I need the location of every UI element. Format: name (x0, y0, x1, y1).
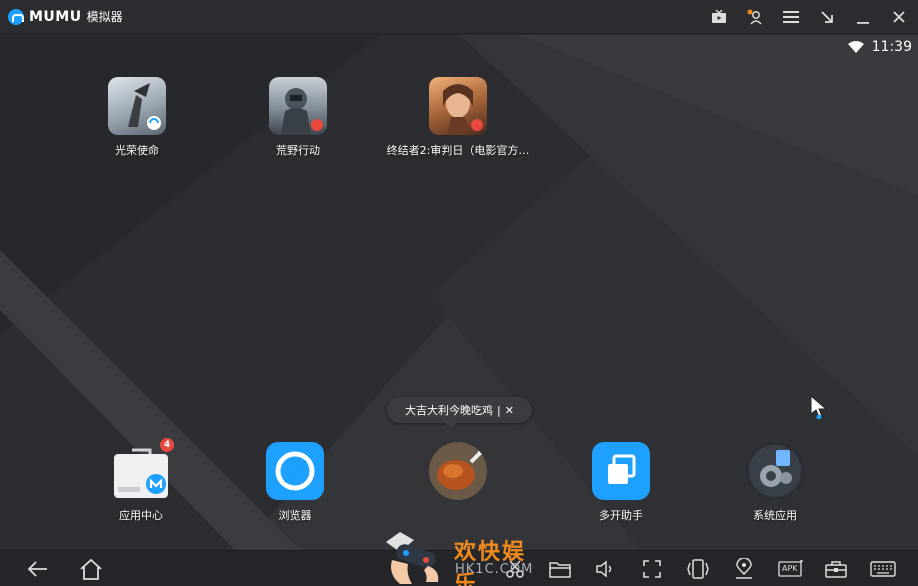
app-browser[interactable]: 浏览器 (220, 442, 370, 523)
volume-icon[interactable] (593, 557, 619, 581)
mumu-logo-icon (8, 8, 24, 25)
watermark-title: 欢快娱乐 (454, 540, 527, 586)
minimize-icon[interactable] (852, 6, 874, 28)
app-terminator-2[interactable]: 终结者2:审判日（电影官方… (383, 77, 533, 158)
glorious-mission-icon (108, 77, 166, 135)
bubble-close-button[interactable]: ✕ (505, 404, 514, 417)
app-multi-instance[interactable]: 多开助手 (546, 442, 696, 523)
knives-out-icon (269, 77, 327, 135)
multi-instance-icon (592, 442, 650, 500)
fullscreen-icon[interactable] (639, 557, 665, 581)
brand-name: MUMU (29, 8, 82, 25)
bubble-separator: | (497, 403, 501, 417)
close-icon[interactable] (888, 6, 910, 28)
notification-badge: 4 (160, 438, 174, 452)
app-center-icon: 4 (112, 438, 174, 500)
brand-subtitle: 模拟器 (86, 10, 123, 24)
back-icon[interactable] (25, 557, 51, 581)
watermark-url: HK1C.COM (455, 562, 534, 577)
wifi-icon (847, 41, 864, 53)
android-desktop: 11:39 光荣使命 荒野行动 终结者2:审判日（电影官方… 大吉大利今晚吃鸡 … (0, 35, 918, 550)
apk-install-icon[interactable]: APK (777, 557, 805, 581)
app-glorious-mission[interactable]: 光荣使命 (62, 77, 212, 158)
shake-icon[interactable] (685, 557, 711, 581)
app-chicken-game[interactable] (383, 442, 533, 507)
minimize-to-corner-icon[interactable] (816, 6, 838, 28)
status-time: 11:39 (871, 39, 912, 55)
folder-icon[interactable] (547, 557, 573, 581)
daily-tip-bubble[interactable]: 大吉大利今晚吃鸡 | ✕ (387, 397, 532, 429)
app-label: 荒野行动 (276, 144, 320, 157)
app-label: 终结者2:审判日（电影官方… (386, 144, 530, 157)
apk-label: APK (782, 564, 798, 573)
app-label: 应用中心 (119, 509, 163, 522)
gamepad-hands-icon (386, 532, 439, 584)
app-label: 系统应用 (753, 509, 797, 522)
app-knives-out[interactable]: 荒野行动 (223, 77, 373, 158)
terminator-2-icon (429, 77, 487, 135)
home-icon[interactable] (78, 557, 104, 581)
watermark-logo: 欢快娱乐 HK1C.COM (378, 528, 548, 586)
status-bar: 11:39 (847, 39, 912, 55)
toolbox-icon[interactable] (823, 557, 849, 581)
app-center[interactable]: 4 应用中心 (66, 438, 216, 523)
system-apps-icon (746, 442, 804, 500)
app-label: 浏览器 (278, 509, 312, 522)
user-key-icon[interactable] (744, 6, 766, 28)
roast-chicken-icon (429, 442, 487, 500)
app-logo: MUMU 模拟器 (8, 8, 123, 25)
title-bar: MUMU 模拟器 (0, 0, 918, 34)
app-system-apps[interactable]: 系统应用 (700, 442, 850, 523)
tv-icon[interactable] (708, 6, 730, 28)
browser-icon (266, 442, 324, 500)
app-label: 多开助手 (599, 509, 643, 522)
mouse-pointer-icon (810, 395, 828, 419)
app-label: 光荣使命 (115, 144, 159, 157)
bubble-text: 大吉大利今晚吃鸡 (405, 404, 493, 417)
location-icon[interactable] (731, 557, 757, 581)
keyboard-icon[interactable] (869, 557, 897, 581)
menu-icon[interactable] (780, 6, 802, 28)
